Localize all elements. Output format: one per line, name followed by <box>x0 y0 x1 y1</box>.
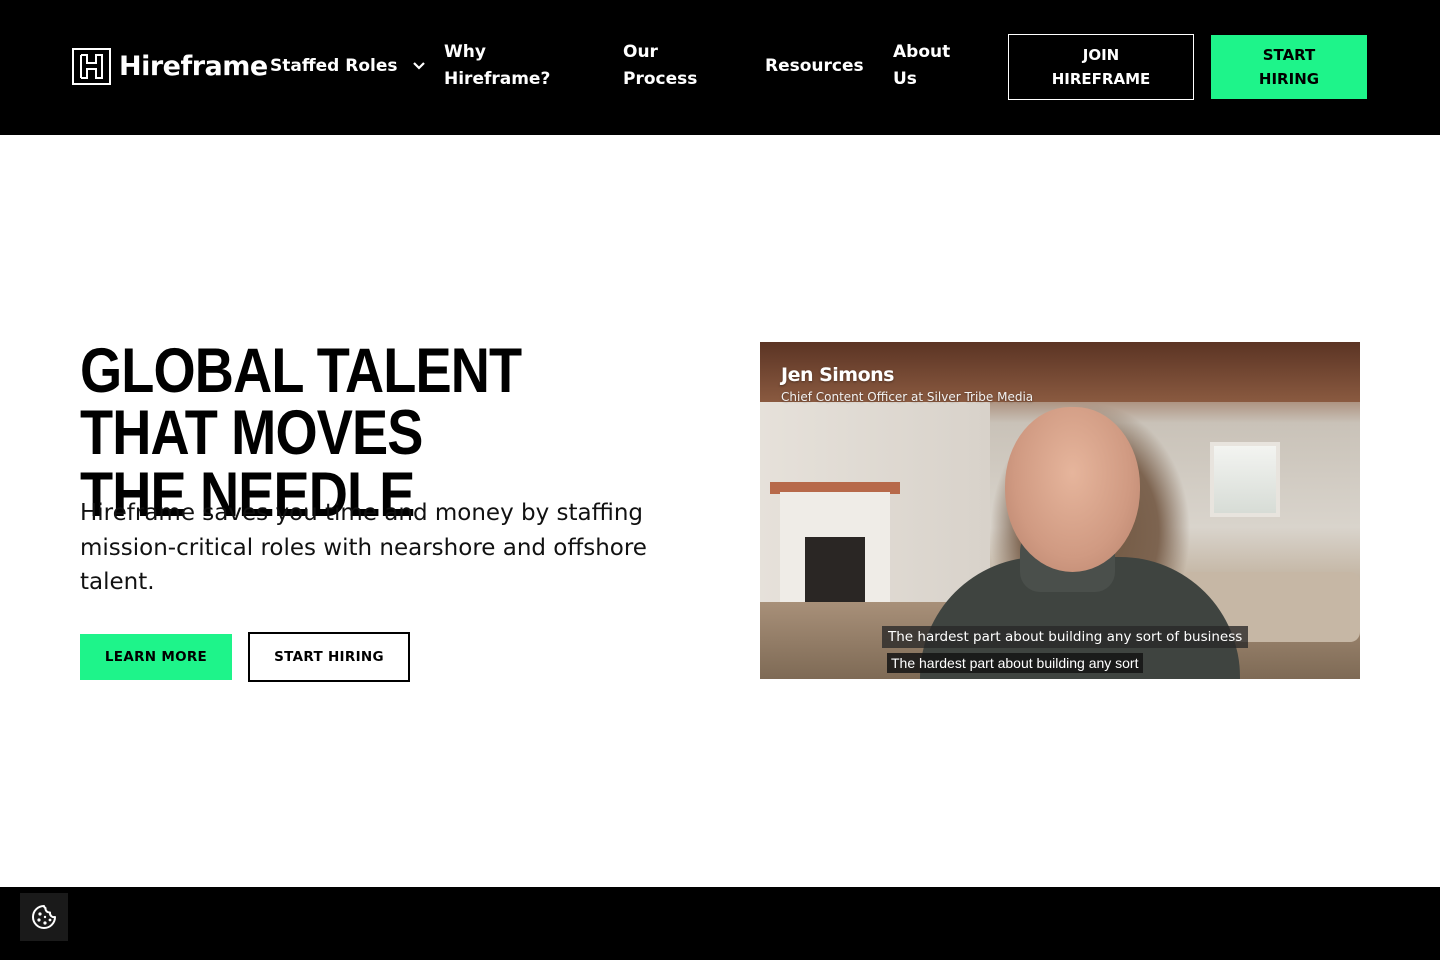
nav-our-process[interactable]: Our Process <box>623 39 723 93</box>
nav-about-us[interactable]: About Us <box>893 39 973 93</box>
join-hireframe-button[interactable]: JOIN HIREFRAME <box>1008 34 1194 100</box>
testimonial-video[interactable]: Jen Simons Chief Content Officer at Silv… <box>760 342 1360 679</box>
nav-why-hireframe[interactable]: Why Hireframe? <box>444 39 574 93</box>
hero-subtitle: Hireframe saves you time and money by st… <box>80 500 647 595</box>
hireframe-logo-icon <box>72 48 111 85</box>
video-speaker-role: Chief Content Officer at Silver Tribe Me… <box>781 390 1034 404</box>
video-scene-fireplace-opening <box>805 537 865 602</box>
video-speaker-name: Jen Simons <box>781 364 894 386</box>
cookie-icon <box>32 905 56 929</box>
nav-resources[interactable]: Resources <box>765 53 864 80</box>
video-speaker-face <box>1005 407 1140 572</box>
site-header: Hireframe Staffed Roles Why Hireframe? O… <box>0 0 1440 135</box>
footer-bar <box>0 887 1440 960</box>
brand-name: Hireframe <box>119 51 268 82</box>
nav-staffed-roles-label: Staffed Roles <box>270 56 398 76</box>
nav-staffed-roles[interactable]: Staffed Roles <box>270 53 425 80</box>
video-live-caption: The hardest part about building any sort <box>887 653 1143 673</box>
start-hiring-button[interactable]: START HIRING <box>248 632 410 682</box>
learn-more-button[interactable]: LEARN MORE <box>80 634 232 680</box>
start-hiring-header-button[interactable]: START HIRING <box>1211 35 1367 99</box>
logo[interactable]: Hireframe <box>72 48 268 85</box>
chevron-down-icon <box>413 62 425 70</box>
video-burned-caption: The hardest part about building any sort… <box>882 626 1249 648</box>
video-scene-window <box>1210 442 1280 517</box>
cookie-settings-button[interactable] <box>20 893 68 941</box>
